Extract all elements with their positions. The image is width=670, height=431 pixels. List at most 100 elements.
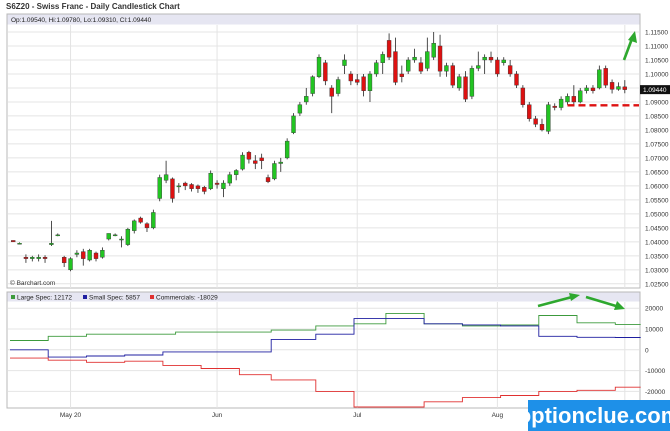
x-tick-label: Aug xyxy=(492,412,504,419)
candle-body-up xyxy=(68,258,73,271)
x-tick-label: Jun xyxy=(212,412,223,419)
candle-body-up xyxy=(125,229,131,245)
price-tick-label: 1.10500 xyxy=(645,57,669,64)
price-tick-label: 1.03500 xyxy=(645,253,669,260)
candle-body-down xyxy=(590,87,596,91)
candle-body-up xyxy=(17,243,22,245)
candle-body-down xyxy=(603,68,608,86)
candle-body-up xyxy=(335,79,341,94)
candle-body-up xyxy=(151,212,156,229)
watermark-text: optionclue.com xyxy=(518,403,670,428)
cot-legend: Large Spec: 12172 Small Spec: 5857 Commerc… xyxy=(11,295,218,302)
candle-body-up xyxy=(157,177,162,199)
candle-body-down xyxy=(361,76,366,91)
candle-body-up xyxy=(546,104,551,132)
cot-tick-label: 0 xyxy=(645,347,649,354)
candle-body-up xyxy=(304,96,309,103)
candle-body-down xyxy=(202,187,207,192)
x-tick-label: Jul xyxy=(353,412,362,419)
last-price-label: 1.09440 xyxy=(643,87,667,94)
price-tick-label: 1.03000 xyxy=(645,267,669,274)
legend-swatch xyxy=(150,295,154,299)
candle-body-down xyxy=(259,157,264,161)
candle-body-up xyxy=(406,59,411,72)
candle-body-down xyxy=(265,177,271,182)
candle-body-down xyxy=(437,45,443,72)
price-tick-label: 1.06500 xyxy=(645,169,669,176)
chart-title: S6Z20 - Swiss Franc - Daily Candlestick … xyxy=(6,2,180,11)
candle-body-down xyxy=(463,76,468,100)
candle-body-down xyxy=(571,96,577,103)
candle-body-up xyxy=(227,174,232,184)
candle-body-up xyxy=(469,68,475,97)
candle-body-down xyxy=(520,87,526,105)
candle-body-down xyxy=(189,184,194,189)
price-tick-label: 1.08000 xyxy=(645,127,669,134)
candle-body-down xyxy=(552,105,557,108)
last-price-marker: 1.09440 xyxy=(640,85,670,95)
candle-body-down xyxy=(253,160,258,164)
legend-label: Commercials: -18029 xyxy=(156,295,218,302)
candle-body-up xyxy=(163,174,169,181)
candle-body-up xyxy=(284,140,290,159)
candle-body-up xyxy=(482,56,487,61)
candle-body-up xyxy=(425,51,430,69)
candle-body-up xyxy=(597,69,602,89)
candle-body-up xyxy=(297,104,303,114)
candle-body-up xyxy=(342,59,347,66)
candle-body-up xyxy=(55,234,60,237)
candle-body-up xyxy=(444,65,449,72)
candle-body-down xyxy=(81,251,86,259)
price-tick-label: 1.05500 xyxy=(645,197,669,204)
legend-swatch xyxy=(83,295,87,299)
price-tick-label: 1.05000 xyxy=(645,211,669,218)
candle-body-down xyxy=(418,62,424,72)
candle-body-down xyxy=(355,79,360,83)
candle-body-up xyxy=(316,56,322,77)
price-tick-label: 1.09000 xyxy=(645,99,669,106)
cot-tick-label: 10000 xyxy=(645,327,663,334)
candle-body-up xyxy=(578,90,583,103)
candle-body-up xyxy=(456,76,462,89)
candle-body-up xyxy=(310,76,315,94)
price-tick-label: 1.07000 xyxy=(645,155,669,162)
price-panel xyxy=(6,13,641,289)
candle-body-up xyxy=(100,250,105,258)
candle-body-up xyxy=(278,161,283,164)
candle-body-down xyxy=(622,86,627,90)
candle-body-down xyxy=(183,182,188,187)
cot-tick-label: -10000 xyxy=(645,368,666,375)
candle-body-up xyxy=(208,173,213,189)
candle-body-up xyxy=(380,54,385,63)
candle-body-up xyxy=(106,233,111,240)
price-tick-label: 1.11000 xyxy=(645,43,668,50)
legend-label: Large Spec: 12172 xyxy=(17,295,72,302)
candle-body-up xyxy=(367,73,373,91)
candle-body-up xyxy=(558,98,564,108)
candle-body-up xyxy=(374,62,379,75)
candle-body-down xyxy=(539,124,545,131)
candle-body-down xyxy=(527,104,532,119)
candle-body-up xyxy=(240,154,245,170)
candle-body-down xyxy=(144,223,150,229)
candle-body-down xyxy=(42,257,48,259)
candle-body-down xyxy=(393,51,398,83)
candle-body-up xyxy=(584,87,589,91)
price-tick-label: 1.04500 xyxy=(645,225,669,232)
price-tick-label: 1.08500 xyxy=(645,113,669,120)
candle-body-down xyxy=(195,185,201,189)
candle-body-up xyxy=(119,238,124,241)
x-tick-label: May 20 xyxy=(60,412,82,419)
candle-body-down xyxy=(170,178,175,199)
candle-body-up xyxy=(30,257,35,259)
candle-body-down xyxy=(609,82,615,90)
candle-body-down xyxy=(533,118,538,125)
candle-body-down xyxy=(488,56,494,61)
candle-body-down xyxy=(323,62,328,82)
candle-body-down xyxy=(138,217,143,223)
candle-body-down xyxy=(507,65,513,75)
candle-body-up xyxy=(176,185,182,188)
candle-body-down xyxy=(450,65,455,86)
candle-body-down xyxy=(214,182,220,185)
candle-body-down xyxy=(61,257,67,264)
